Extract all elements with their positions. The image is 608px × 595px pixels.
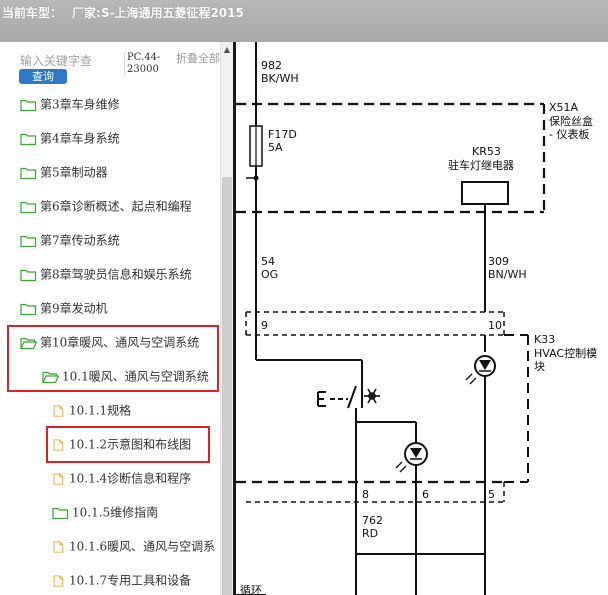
scroll-up-icon[interactable]: ▲: [221, 44, 233, 56]
tree-item-label: 第9章发动机: [40, 301, 108, 316]
scrollbar-thumb[interactable]: [222, 177, 232, 595]
k33-label: K33: [534, 333, 555, 346]
tree-item-label: 10.1.1规格: [69, 403, 132, 418]
x51a-label: X51A: [549, 101, 579, 114]
wire-982-label: 982: [261, 59, 282, 72]
document-icon: [53, 540, 64, 553]
vehicle-label: 当前车型：: [2, 6, 63, 20]
navigation-sidebar: 查询 PC.44-23000 折叠全部 第3章车身维修 第4章车身系统 第5章制…: [0, 42, 220, 595]
tree-item-10-1-1[interactable]: 10.1.1规格: [52, 401, 131, 419]
folder-icon: [20, 167, 37, 179]
sidebar-scrollbar[interactable]: ▲: [220, 42, 233, 595]
tree-item-label: 10.1.7专用工具和设备: [69, 573, 192, 588]
tree-item-chapter-5[interactable]: 第5章制动器: [20, 163, 108, 181]
bottom-label: 循环: [240, 584, 262, 595]
tree-item-label: 第7章传动系统: [40, 233, 120, 248]
folder-icon: [20, 235, 37, 247]
tree-item-chapter-4[interactable]: 第4章车身系统: [20, 129, 120, 147]
document-icon: [53, 472, 64, 485]
led-indicator-right-icon: [465, 355, 496, 385]
fuse-rating: 5A: [268, 141, 283, 154]
tree-item-label: 第4章车身系统: [40, 131, 120, 146]
folder-icon: [20, 99, 37, 111]
tree-item-10-1-5[interactable]: 10.1.5维修指南: [52, 503, 158, 521]
tree-item-label: 第3章车身维修: [40, 97, 120, 112]
tree-item-label: 10.1.6暖风、通风与空调系: [69, 539, 216, 554]
tree-item-chapter-9[interactable]: 第9章发动机: [20, 299, 108, 317]
document-icon: [53, 404, 64, 417]
relay-kr53-icon: [461, 181, 509, 205]
wire-762-color: RD: [362, 527, 378, 540]
search-input[interactable]: [20, 54, 116, 68]
folder-icon: [20, 303, 37, 315]
tree-item-label: 10.1.4诊断信息和程序: [69, 471, 192, 486]
tree-item-10-1-7[interactable]: 10.1.7专用工具和设备: [52, 571, 191, 589]
wire-309-color: BN/WH: [488, 268, 527, 281]
wire-762-label: 762: [362, 514, 383, 527]
tree-item-label: 10.1.5维修指南: [72, 505, 159, 520]
kr53-label: KR53: [472, 145, 501, 158]
tree-item-chapter-7[interactable]: 第7章传动系统: [20, 231, 120, 249]
collapse-all-link[interactable]: 折叠全部: [176, 52, 220, 65]
folder-icon: [52, 507, 69, 519]
tree-item-chapter-6[interactable]: 第6章诊断概述、起点和编程: [20, 197, 192, 215]
window-title-bar: 当前车型： 厂家:S-上海通用五菱征程2015: [0, 0, 608, 42]
folder-icon: [20, 269, 37, 281]
tree-item-label: 第6章诊断概述、起点和编程: [40, 199, 192, 214]
highlight-box-chapter-10: [7, 325, 219, 392]
pin-8-label: 8: [362, 488, 369, 501]
search-area: 查询 PC.44-23000 折叠全部: [0, 42, 220, 86]
folder-icon: [20, 133, 37, 145]
tree-item-chapter-3[interactable]: 第3章车身维修: [20, 95, 120, 113]
pc-code: PC.44-23000: [124, 52, 175, 76]
wiring-diagram: 982 BK/WH F17D 5A X51A 保险丝盒 - 仪表板 KR53 驻…: [236, 42, 608, 595]
tree-item-10-1-4[interactable]: 10.1.4诊断信息和程序: [52, 469, 191, 487]
tree-item-label: 第5章制动器: [40, 165, 108, 180]
relay-name: 驻车灯继电器: [448, 158, 514, 172]
fuse-block-name-2: - 仪表板: [549, 127, 589, 141]
highlight-box-selected-item: [46, 426, 210, 463]
pin-5-label: 5: [488, 488, 495, 501]
document-icon: [53, 574, 64, 587]
fuse-name: F17D: [268, 128, 297, 141]
pin-6-label: 6: [422, 488, 429, 501]
pin-9-label: 9: [261, 319, 268, 332]
wire-54-label: 54: [261, 255, 275, 268]
wiring-diagram-svg: 982 BK/WH F17D 5A X51A 保险丝盒 - 仪表板 KR53 驻…: [236, 42, 597, 595]
ac-switch-icon: [317, 385, 380, 422]
fuse-block-name-1: 保险丝盒: [549, 114, 593, 128]
wire-309-label: 309: [488, 255, 509, 268]
tree-item-label: 第8章驾驶员信息和娱乐系统: [40, 267, 192, 282]
fuse-block-x51a-outline: [236, 102, 546, 214]
wire-54-color: OG: [261, 268, 278, 281]
search-button[interactable]: 查询: [19, 69, 67, 84]
hvac-name-1: HVAC控制模: [534, 346, 597, 360]
manufacturer-label: 厂家:S-上海通用五菱征程2015: [72, 6, 244, 20]
wire-982-color: BK/WH: [261, 72, 299, 85]
tree-item-chapter-8[interactable]: 第8章驾驶员信息和娱乐系统: [20, 265, 192, 283]
folder-icon: [20, 201, 37, 213]
tree-item-10-1-6[interactable]: 10.1.6暖风、通风与空调系: [52, 537, 215, 555]
pin-10-label: 10: [488, 319, 502, 332]
hvac-name-2: 块: [534, 360, 545, 373]
led-indicator-middle-icon: [395, 442, 428, 473]
